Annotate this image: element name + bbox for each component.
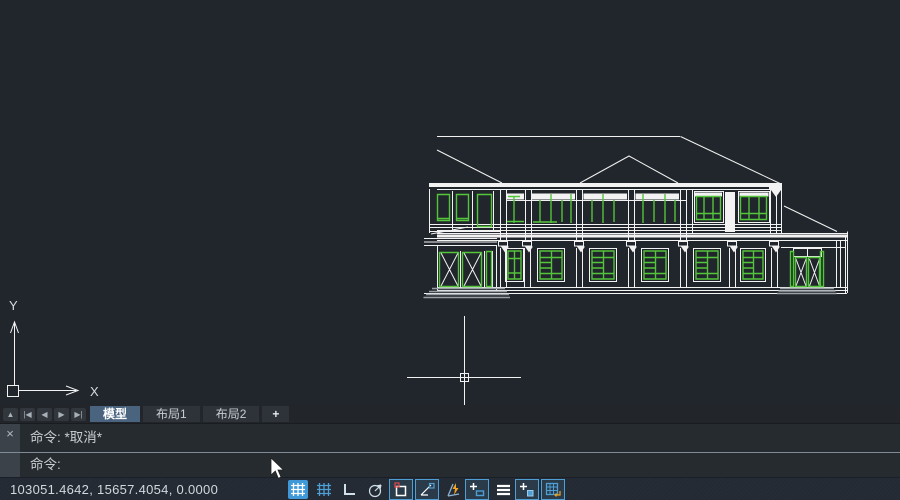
mouse-pointer-icon xyxy=(269,457,287,481)
annotation-scale-icon[interactable] xyxy=(541,479,565,500)
grid-display-icon[interactable] xyxy=(314,480,334,499)
command-panel-gutter: × xyxy=(0,424,20,477)
ucs-y-label: Y xyxy=(9,298,18,313)
close-icon[interactable]: × xyxy=(6,426,14,441)
show-annotation-objects-icon[interactable] xyxy=(465,479,489,500)
tab-first-button[interactable]: |◀ xyxy=(20,408,35,421)
annotation-autoscale-icon[interactable] xyxy=(515,479,539,500)
dynamic-input-icon[interactable] xyxy=(443,480,463,499)
status-toggle-icons xyxy=(288,479,565,500)
object-snap-tracking-icon[interactable] xyxy=(415,479,439,500)
ucs-x-label: X xyxy=(90,384,99,399)
command-prompt-input[interactable]: 命令: xyxy=(20,453,900,477)
ucs-icon: Y X xyxy=(8,298,100,399)
status-bar: 103051.4642, 15657.4054, 0.0000 xyxy=(0,477,900,500)
tab-next-button[interactable]: ▶ xyxy=(54,408,69,421)
tab-last-button[interactable]: ▶| xyxy=(71,408,86,421)
ortho-mode-icon[interactable] xyxy=(339,480,359,499)
coordinates-readout: 103051.4642, 15657.4054, 0.0000 xyxy=(10,478,218,500)
tab-prev-button[interactable]: ◀ xyxy=(37,408,52,421)
building-elevation-drawing xyxy=(424,137,848,298)
tab-add-layout-button[interactable]: + xyxy=(262,406,289,422)
object-snap-icon[interactable] xyxy=(389,479,413,500)
crosshair-cursor xyxy=(407,316,521,405)
lineweight-display-icon[interactable] xyxy=(493,480,513,499)
tab-layout2[interactable]: 布局2 xyxy=(203,406,260,422)
drawing-canvas[interactable]: Y X xyxy=(0,0,900,405)
grid-snap-icon[interactable] xyxy=(288,480,308,499)
command-line-panel: × 命令: *取消* 命令: xyxy=(0,424,900,477)
cad-application-window: Y X ▲ |◀ ◀ ▶ ▶| 模型 布局1 布局2 + × 命令: *取消* … xyxy=(0,0,900,500)
tab-model[interactable]: 模型 xyxy=(90,406,140,422)
tab-layout1[interactable]: 布局1 xyxy=(143,406,200,422)
command-history-line: 命令: *取消* xyxy=(20,424,900,452)
layout-tab-bar: ▲ |◀ ◀ ▶ ▶| 模型 布局1 布局2 + xyxy=(0,405,900,424)
tab-scroll-up-button[interactable]: ▲ xyxy=(3,408,18,421)
polar-tracking-icon[interactable] xyxy=(365,480,385,499)
